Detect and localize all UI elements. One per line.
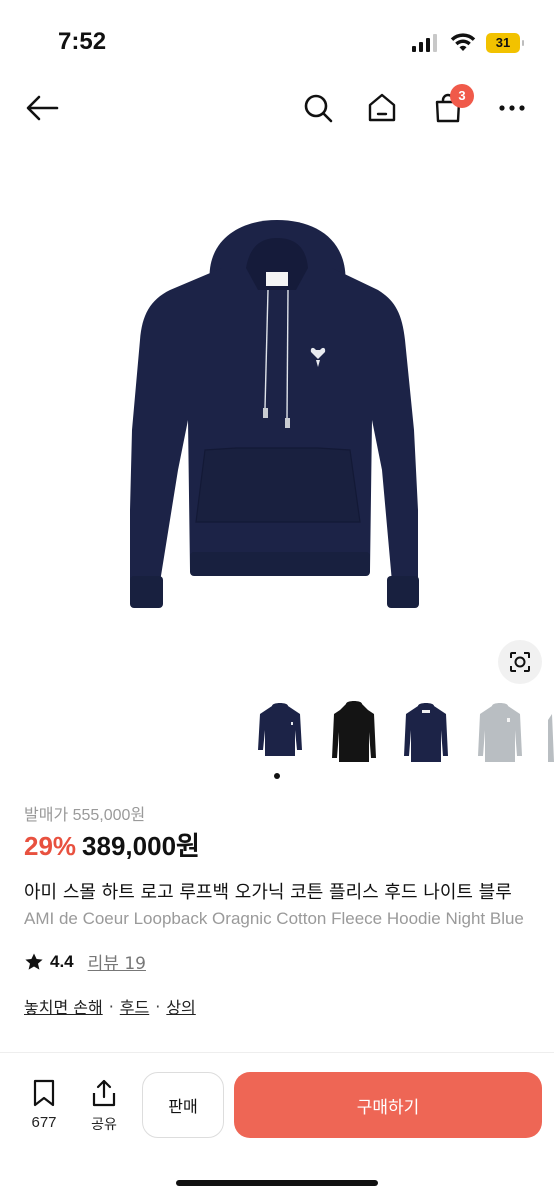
share-icon [92,1079,116,1107]
divider [0,1052,554,1053]
more-dots-icon [499,105,525,111]
arrow-left-icon [26,95,59,121]
image-search-button[interactable] [498,640,542,684]
home-icon [368,93,396,122]
buy-button[interactable]: 구매하기 [234,1072,542,1138]
price-row: 29% 389,000원 [24,826,200,863]
bookmark-count: 677 [31,1114,57,1131]
bookmark-icon [33,1079,55,1107]
thumbnail-navy-1[interactable] [254,700,306,766]
star-icon [25,953,43,970]
thumbnail-navy-2[interactable] [400,700,452,766]
share-button[interactable]: 공유 [82,1078,126,1134]
search-icon [304,94,333,123]
thumbnail-strip [250,700,554,770]
back-button[interactable] [22,88,62,128]
home-button[interactable] [362,88,402,128]
search-button[interactable] [298,88,338,128]
category-tags: 놓치면 손해 · 후드 · 상의 [24,994,196,1018]
thumbnail-black[interactable] [328,700,380,766]
tag-separator: · [108,996,114,1016]
tag-link[interactable]: 후드 [120,994,149,1018]
thumbnail-partial[interactable] [546,700,554,766]
battery-icon: 31 [486,33,524,53]
tag-link[interactable]: 놓치면 손해 [24,994,103,1018]
original-price: 발매가 555,000원 [24,807,146,824]
sale-price: 389,000원 [82,831,200,861]
share-label: 공유 [91,1117,117,1133]
status-time: 7:52 [58,28,107,55]
cellular-signal-icon [412,34,437,52]
more-options-button[interactable] [492,88,532,128]
sell-button[interactable]: 판매 [142,1072,224,1138]
lens-scan-icon [510,652,530,672]
product-image[interactable] [0,150,554,690]
discount-rate: 29% [24,831,77,861]
bottom-action-bar: 677 공유 판매 구매하기 [0,1058,554,1158]
tag-separator: · [155,996,161,1016]
product-title-english: AMI de Coeur Loopback Oragnic Cotton Fle… [24,909,524,928]
home-indicator[interactable] [176,1180,378,1186]
status-bar: 7:52 31 [0,0,554,84]
tag-link[interactable]: 상의 [166,994,195,1018]
review-link[interactable]: 리뷰 19 [88,949,146,974]
rating-row: 4.4 리뷰 19 [24,949,146,974]
bookmark-button[interactable]: 677 [20,1078,68,1131]
thumbnail-gray[interactable] [474,700,526,766]
wifi-icon [450,33,476,51]
rating-value: 4.4 [50,951,74,971]
product-title-korean: 아미 스몰 하트 로고 루프백 오가닉 코튼 플리스 후드 나이트 블루 [24,882,512,903]
gallery-page-indicator [274,773,280,779]
cart-count-badge: 3 [450,84,474,108]
